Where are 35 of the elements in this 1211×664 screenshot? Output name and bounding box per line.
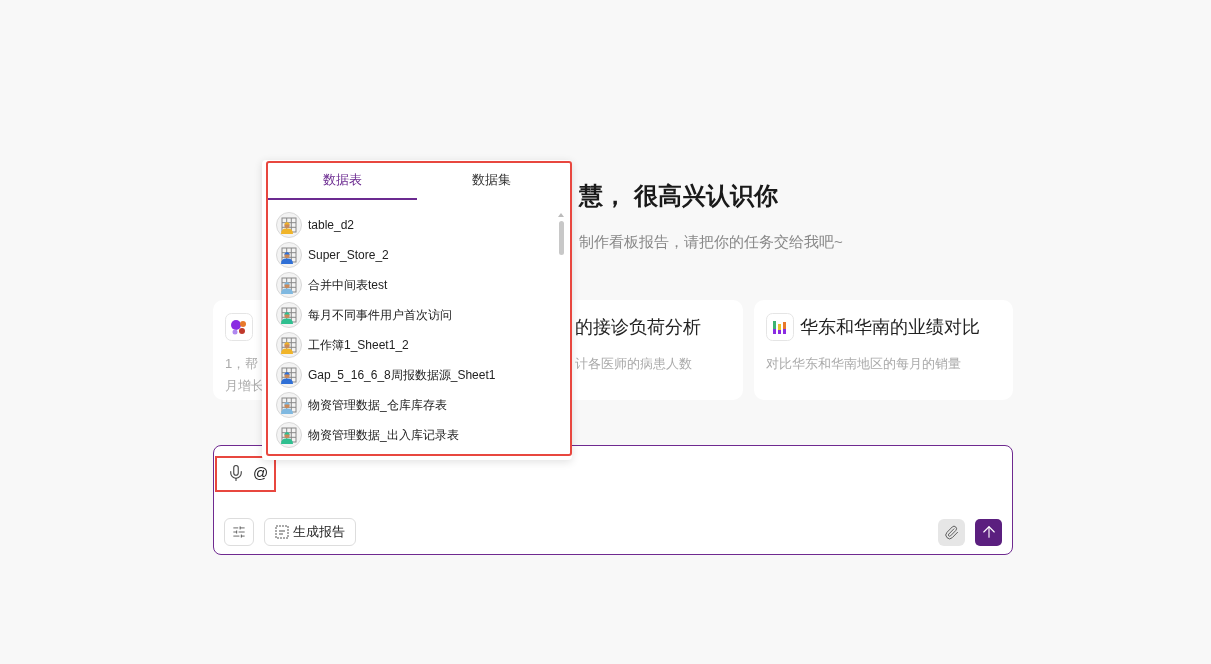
- bubbles-icon: [225, 313, 253, 341]
- document-icon: [275, 525, 289, 539]
- table-list-item[interactable]: table_d2: [276, 210, 556, 240]
- sliders-icon: [232, 525, 246, 539]
- table-avatar-icon: [276, 332, 302, 358]
- card-description: 1，帮: [225, 355, 259, 373]
- table-avatar-icon: [276, 302, 302, 328]
- table-avatar-icon: [276, 362, 302, 388]
- card-description: 月增长: [225, 377, 264, 395]
- card-description: 计各医师的病患人数: [575, 355, 693, 373]
- chat-input-box[interactable]: @ 生成报告: [213, 445, 1013, 555]
- greeting-title: 慧， 很高兴认识你: [577, 181, 779, 211]
- greeting-subtitle: 制作看板报告，请把你的任务交给我吧~: [579, 232, 844, 252]
- settings-button[interactable]: [224, 518, 254, 546]
- card-title: 华东和华南的业绩对比: [799, 315, 980, 339]
- suggestion-card[interactable]: 华东和华南的业绩对比 对比华东和华南地区的每月的销量: [753, 300, 1013, 400]
- paperclip-icon: [944, 524, 959, 540]
- generate-report-button[interactable]: 生成报告: [264, 518, 356, 546]
- table-avatar-icon: [276, 212, 302, 238]
- input-text: @: [253, 463, 269, 483]
- table-avatar-icon: [276, 392, 302, 418]
- send-button[interactable]: [975, 518, 1002, 546]
- table-avatar-icon: [276, 242, 302, 268]
- microphone-icon[interactable]: [227, 464, 245, 483]
- table-avatar-icon: [276, 272, 302, 298]
- table-list-item[interactable]: 合并中间表test: [276, 270, 556, 300]
- card-description: 对比华东和华南地区的每月的销量: [765, 355, 961, 373]
- scrollbar-thumb[interactable]: [558, 221, 564, 255]
- card-title: 的接诊负荷分析: [575, 315, 702, 339]
- popover-tab[interactable]: 数据集: [417, 162, 566, 200]
- popover-tab[interactable]: 数据表: [268, 162, 417, 200]
- bar-chart-icon: [765, 313, 794, 341]
- table-avatar-icon: [276, 422, 302, 448]
- table-list-item[interactable]: Super_Store_2: [276, 240, 556, 270]
- attach-button[interactable]: [938, 518, 965, 546]
